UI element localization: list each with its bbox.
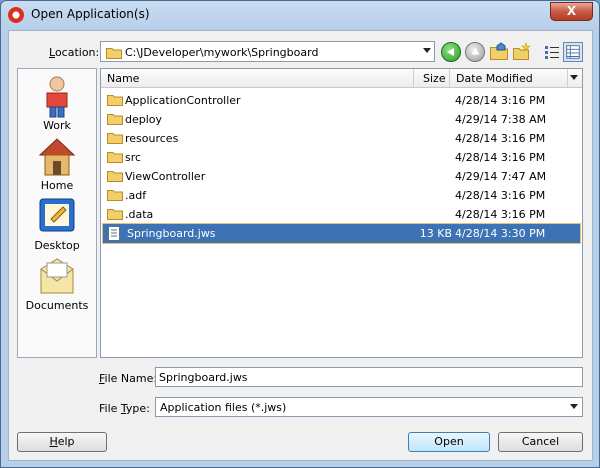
file-type-value: Application files (*.jws) <box>160 401 287 414</box>
file-name-cell: .adf <box>125 189 147 202</box>
list-view-icon[interactable] <box>542 42 562 62</box>
back-icon[interactable] <box>441 42 461 62</box>
file-name-cell: ViewController <box>125 170 206 183</box>
column-divider[interactable] <box>567 69 568 87</box>
file-list-row[interactable]: ViewController 4/29/14 7:47 AM <box>103 167 580 186</box>
file-date-cell: 4/28/14 3:16 PM <box>455 132 546 145</box>
file-list-row[interactable]: .adf 4/28/14 3:16 PM <box>103 186 580 205</box>
file-name-input[interactable] <box>155 367 583 387</box>
file-date-cell: 4/28/14 3:30 PM <box>455 227 546 240</box>
place-label: Work <box>43 119 71 132</box>
column-divider[interactable] <box>449 69 450 87</box>
folder-icon <box>106 48 122 59</box>
up-folder-icon[interactable] <box>465 42 485 62</box>
open-button[interactable]: Open <box>408 432 490 452</box>
file-name-cell: ApplicationController <box>125 94 241 107</box>
sort-chevron-down-icon[interactable] <box>570 75 578 80</box>
file-size-cell: 13 KB <box>419 227 452 240</box>
place-label: Desktop <box>34 239 80 252</box>
work-person-icon <box>46 76 68 118</box>
folder-icon <box>107 150 123 166</box>
folder-icon <box>107 169 123 185</box>
file-name-cell: resources <box>125 132 179 145</box>
location-value: C:\JDeveloper\mywork\Springboard <box>125 46 319 59</box>
file-date-cell: 4/29/14 7:38 AM <box>455 113 547 126</box>
home-folder-icon[interactable] <box>489 42 509 62</box>
place-label: Documents <box>25 299 89 312</box>
place-label: Home <box>40 179 74 192</box>
places-sidebar: Work Home Desktop Documents <box>17 68 97 358</box>
chevron-down-icon[interactable] <box>570 404 578 409</box>
place-desktop[interactable]: Desktop <box>18 195 96 252</box>
place-documents[interactable]: Documents <box>18 255 96 312</box>
file-date-cell: 4/28/14 3:16 PM <box>455 208 546 221</box>
open-application-dialog: Open Application(s) X Location: C:\JDeve… <box>0 0 600 468</box>
location-combobox[interactable]: C:\JDeveloper\mywork\Springboard <box>100 41 435 62</box>
column-header-date-modified[interactable]: Date Modified <box>456 72 533 85</box>
help-label-rest: elp <box>57 435 75 448</box>
folder-icon <box>107 112 123 128</box>
file-list-row[interactable]: resources 4/28/14 3:16 PM <box>103 129 580 148</box>
file-list-row[interactable]: .data 4/28/14 3:16 PM <box>103 205 580 224</box>
file-icon <box>107 226 121 244</box>
folder-icon <box>107 93 123 109</box>
help-button[interactable]: Help <box>17 432 107 452</box>
title-bar: Open Application(s) X <box>1 1 599 29</box>
file-date-cell: 4/28/14 3:16 PM <box>455 151 546 164</box>
folder-icon <box>107 131 123 147</box>
home-house-icon <box>38 138 76 176</box>
file-type-label: File Type: <box>99 402 150 415</box>
file-date-cell: 4/28/14 3:16 PM <box>455 94 546 107</box>
new-folder-icon[interactable] <box>512 42 532 62</box>
file-list-header: Name Size Date Modified <box>101 69 582 88</box>
chevron-down-icon[interactable] <box>423 48 431 53</box>
oracle-app-icon <box>8 7 24 23</box>
column-header-name[interactable]: Name <box>107 72 139 85</box>
place-work[interactable]: Work <box>18 75 96 132</box>
file-list-row[interactable]: deploy 4/29/14 7:38 AM <box>103 110 580 129</box>
file-name-cell: Springboard.jws <box>127 227 216 240</box>
desktop-icon <box>39 198 75 232</box>
file-list-row[interactable]: Springboard.jws 13 KB 4/28/14 3:30 PM <box>102 223 581 244</box>
file-list-row[interactable]: ApplicationController 4/28/14 3:16 PM <box>103 91 580 110</box>
location-label: Location: <box>49 46 100 59</box>
details-view-icon[interactable] <box>563 42 583 62</box>
close-button[interactable]: X <box>550 2 593 21</box>
column-divider[interactable] <box>413 69 414 87</box>
file-name-cell: deploy <box>125 113 163 126</box>
folder-icon <box>107 207 123 223</box>
file-name-label: File Name: <box>99 372 158 385</box>
documents-icon <box>40 258 74 294</box>
file-date-cell: 4/28/14 3:16 PM <box>455 189 546 202</box>
file-list: Name Size Date Modified ApplicationContr… <box>100 68 583 358</box>
file-name-cell: .data <box>125 208 154 221</box>
dialog-body: Location: C:\JDeveloper\mywork\Springboa… <box>8 30 593 461</box>
file-type-combobox[interactable]: Application files (*.jws) <box>155 397 583 417</box>
file-list-row[interactable]: src 4/28/14 3:16 PM <box>103 148 580 167</box>
cancel-button[interactable]: Cancel <box>498 432 583 452</box>
window-title: Open Application(s) <box>31 7 150 21</box>
place-home[interactable]: Home <box>18 135 96 192</box>
column-header-size[interactable]: Size <box>423 72 446 85</box>
file-date-cell: 4/29/14 7:47 AM <box>455 170 547 183</box>
file-name-cell: src <box>125 151 142 164</box>
folder-icon <box>107 188 123 204</box>
